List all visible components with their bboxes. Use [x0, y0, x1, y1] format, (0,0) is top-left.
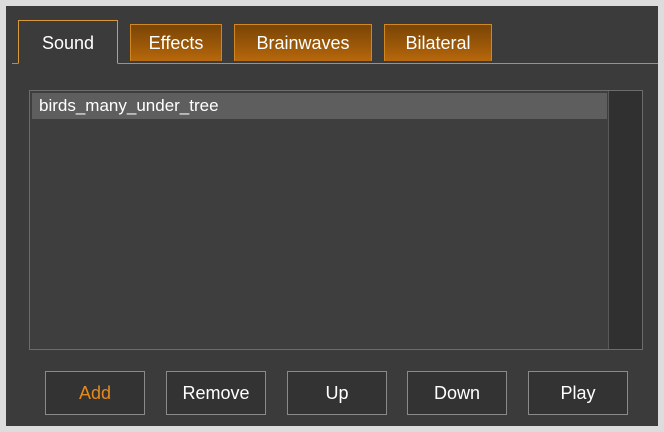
play-button[interactable]: Play: [528, 371, 628, 415]
down-button[interactable]: Down: [407, 371, 507, 415]
add-button[interactable]: Add: [45, 371, 145, 415]
list-item[interactable]: birds_many_under_tree: [32, 93, 607, 119]
remove-button[interactable]: Remove: [166, 371, 266, 415]
sound-list[interactable]: birds_many_under_tree: [29, 90, 643, 350]
tab-bilateral[interactable]: Bilateral: [384, 24, 492, 61]
tab-sound[interactable]: Sound: [18, 20, 118, 64]
tab-effects[interactable]: Effects: [130, 24, 222, 61]
sound-panel-window: Sound Effects Brainwaves Bilateral birds…: [6, 6, 658, 426]
list-scrollbar[interactable]: [608, 91, 642, 349]
tab-bar: Sound Effects Brainwaves Bilateral: [12, 20, 652, 64]
tab-brainwaves[interactable]: Brainwaves: [234, 24, 372, 61]
up-button[interactable]: Up: [287, 371, 387, 415]
